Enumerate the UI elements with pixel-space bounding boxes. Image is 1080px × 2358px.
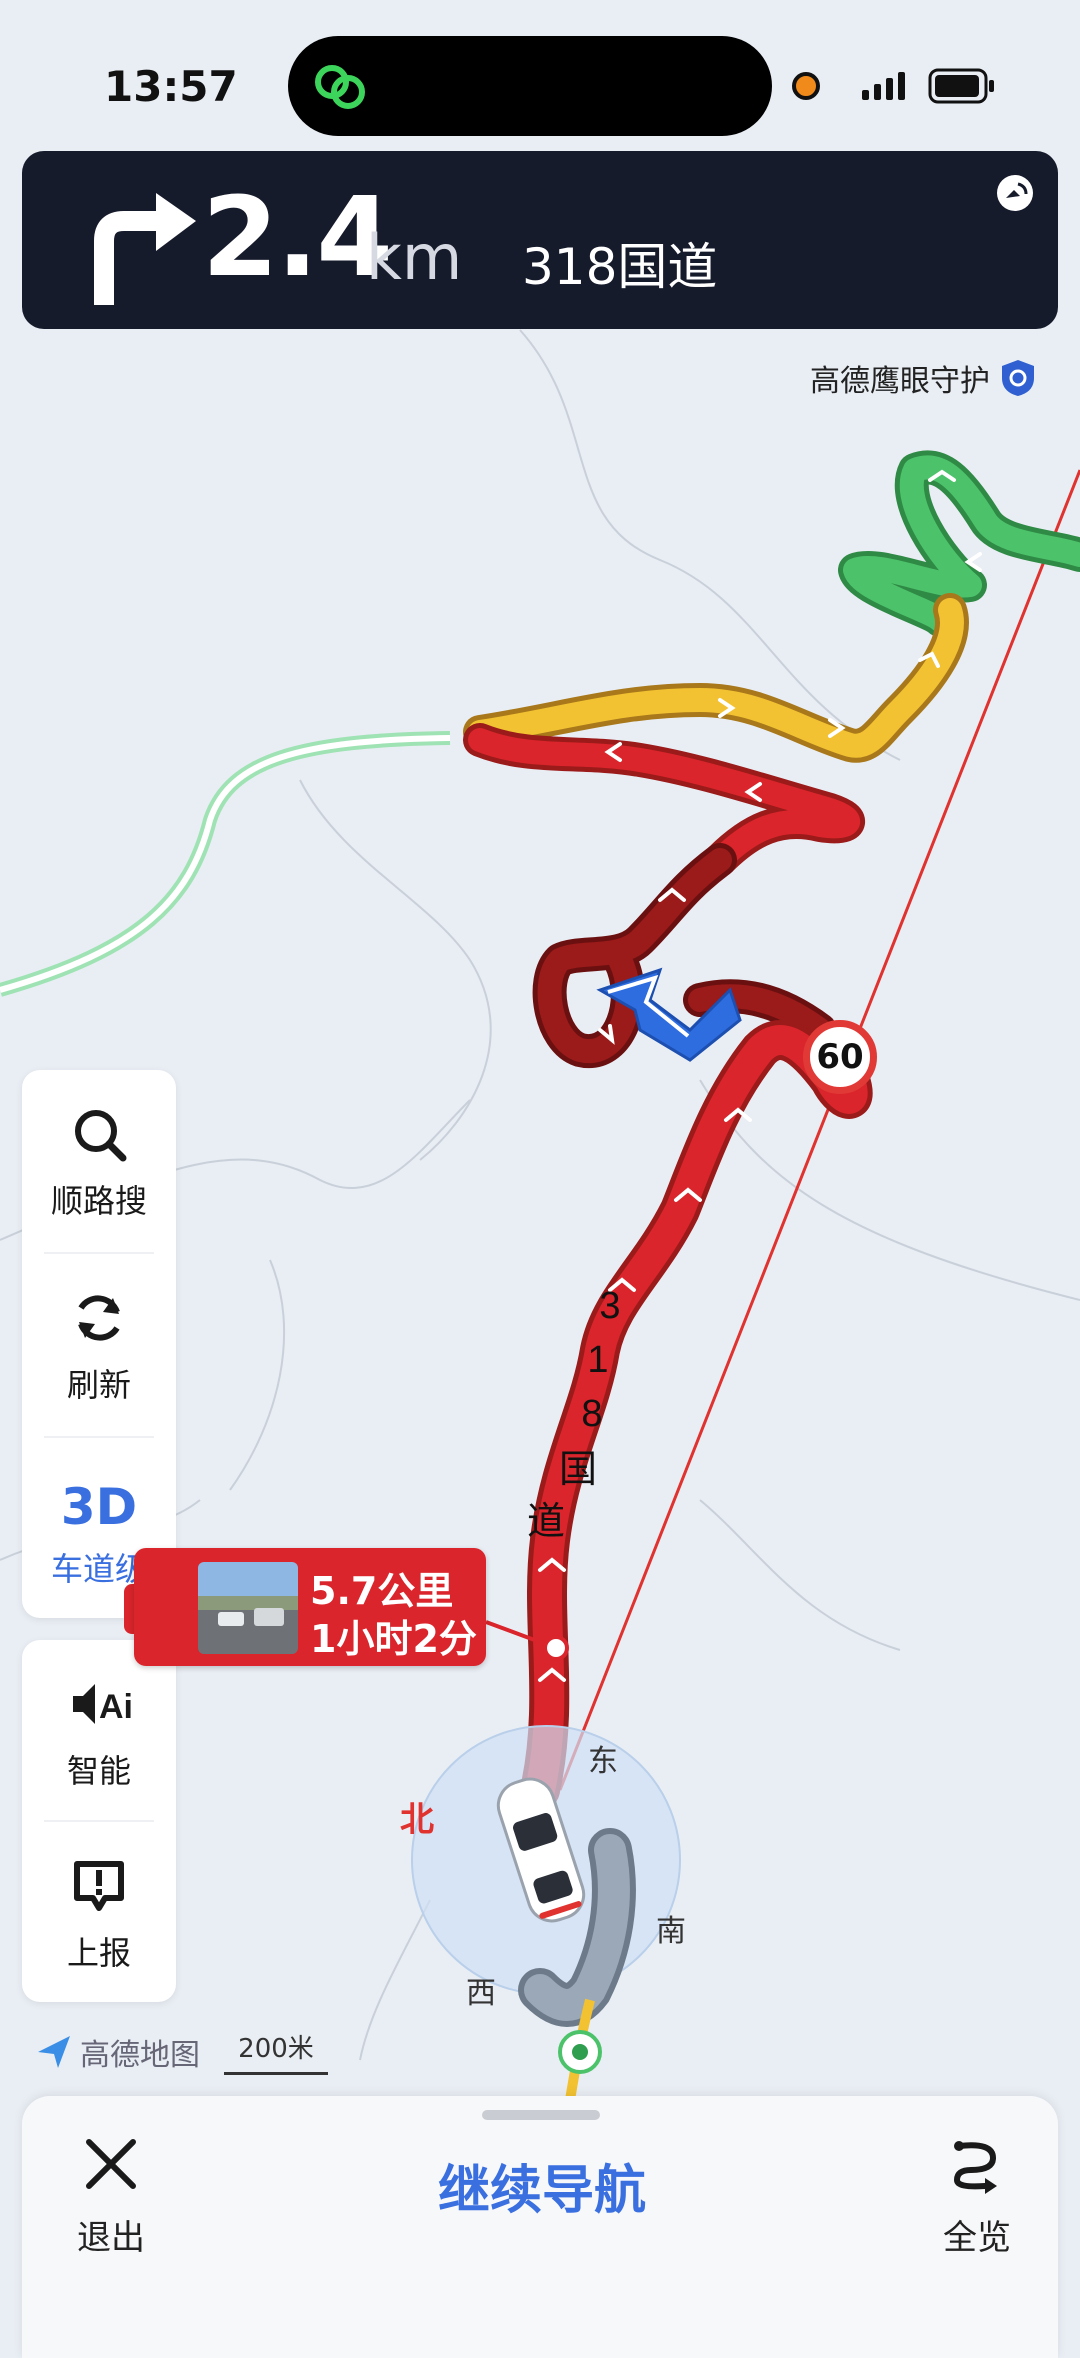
refresh-label: 刷新: [66, 1366, 131, 1404]
route-overview-icon: [953, 2141, 997, 2194]
overview-label: 全览: [943, 2218, 1011, 2258]
eta-distance: 5.7公里: [310, 1569, 454, 1613]
sheet-grabber[interactable]: [482, 2110, 600, 2120]
turn-right-icon: [94, 193, 196, 305]
exit-button[interactable]: 退出: [56, 2132, 166, 2262]
distance-unit: km: [366, 221, 463, 294]
compass-south: 南: [656, 1914, 686, 1949]
exit-label: 退出: [77, 2218, 145, 2258]
dynamic-island: [288, 36, 772, 136]
map-brand: 高德地图: [34, 2030, 200, 2074]
recording-dot-icon: [792, 72, 820, 100]
app-activity-icon: [315, 65, 365, 109]
road-label-char: 1: [587, 1339, 608, 1381]
refresh-icon: [78, 1295, 120, 1341]
road-camera-thumbnail: [198, 1562, 298, 1654]
map-scale: 200米: [224, 2028, 328, 2075]
compass-north: 北: [400, 1800, 434, 1840]
eta-card[interactable]: 5.7公里 1小时2分: [134, 1548, 486, 1666]
road-label-char: 道: [527, 1501, 565, 1543]
eagle-eye-guard[interactable]: 高德鹰眼守护: [810, 356, 1036, 400]
status-icons: [792, 68, 994, 104]
battery-icon: [928, 68, 994, 104]
distance-value: 2.4: [202, 173, 393, 301]
svg-text:Ai: Ai: [99, 1688, 133, 1726]
compass-east: 东: [588, 1744, 618, 1779]
map-tools-panel: 顺路搜 刷新 3D 车道级: [22, 1070, 176, 1618]
eta-time: 1小时2分: [310, 1617, 477, 1661]
report-label: 上报: [66, 1934, 131, 1972]
amap-logo-icon: [38, 2036, 70, 2068]
refresh-button[interactable]: 刷新: [22, 1254, 176, 1436]
assist-panel: Ai 智能 上报: [22, 1640, 176, 2002]
report-icon: [74, 1861, 124, 1911]
speed-limit-sign: 60: [803, 1020, 877, 1094]
overview-button[interactable]: 全览: [922, 2132, 1032, 2262]
eagle-eye-label: 高德鹰眼守护: [810, 364, 990, 399]
satellite-signal-icon[interactable]: [992, 170, 1038, 216]
road-label-char: 国: [559, 1449, 597, 1491]
next-road-name: 318国道: [522, 238, 718, 296]
road-label-char: 8: [581, 1393, 602, 1435]
smart-label: 智能: [66, 1752, 131, 1790]
compass-west: 西: [466, 1976, 496, 2011]
continue-navigation-button[interactable]: 继续导航: [402, 2148, 682, 2223]
shield-icon: [1002, 360, 1034, 396]
close-icon: [86, 2139, 136, 2189]
speaker-ai-icon: Ai: [73, 1684, 133, 1726]
brand-label: 高德地图: [80, 2038, 200, 2073]
road-label-char: 3: [599, 1285, 620, 1327]
view-mode-label: 3D: [60, 1478, 138, 1536]
search-along-button[interactable]: 顺路搜: [22, 1070, 176, 1252]
smart-voice-button[interactable]: Ai 智能: [22, 1640, 176, 1822]
bottom-sheet: 退出 继续导航 全览: [22, 2096, 1058, 2358]
search-icon: [75, 1110, 127, 1162]
navigation-banner[interactable]: 2.4 km 318国道: [22, 151, 1058, 329]
status-time: 13:57: [104, 62, 238, 111]
signal-icon: [862, 72, 905, 100]
report-button[interactable]: 上报: [22, 1822, 176, 2004]
search-along-label: 顺路搜: [50, 1182, 147, 1220]
